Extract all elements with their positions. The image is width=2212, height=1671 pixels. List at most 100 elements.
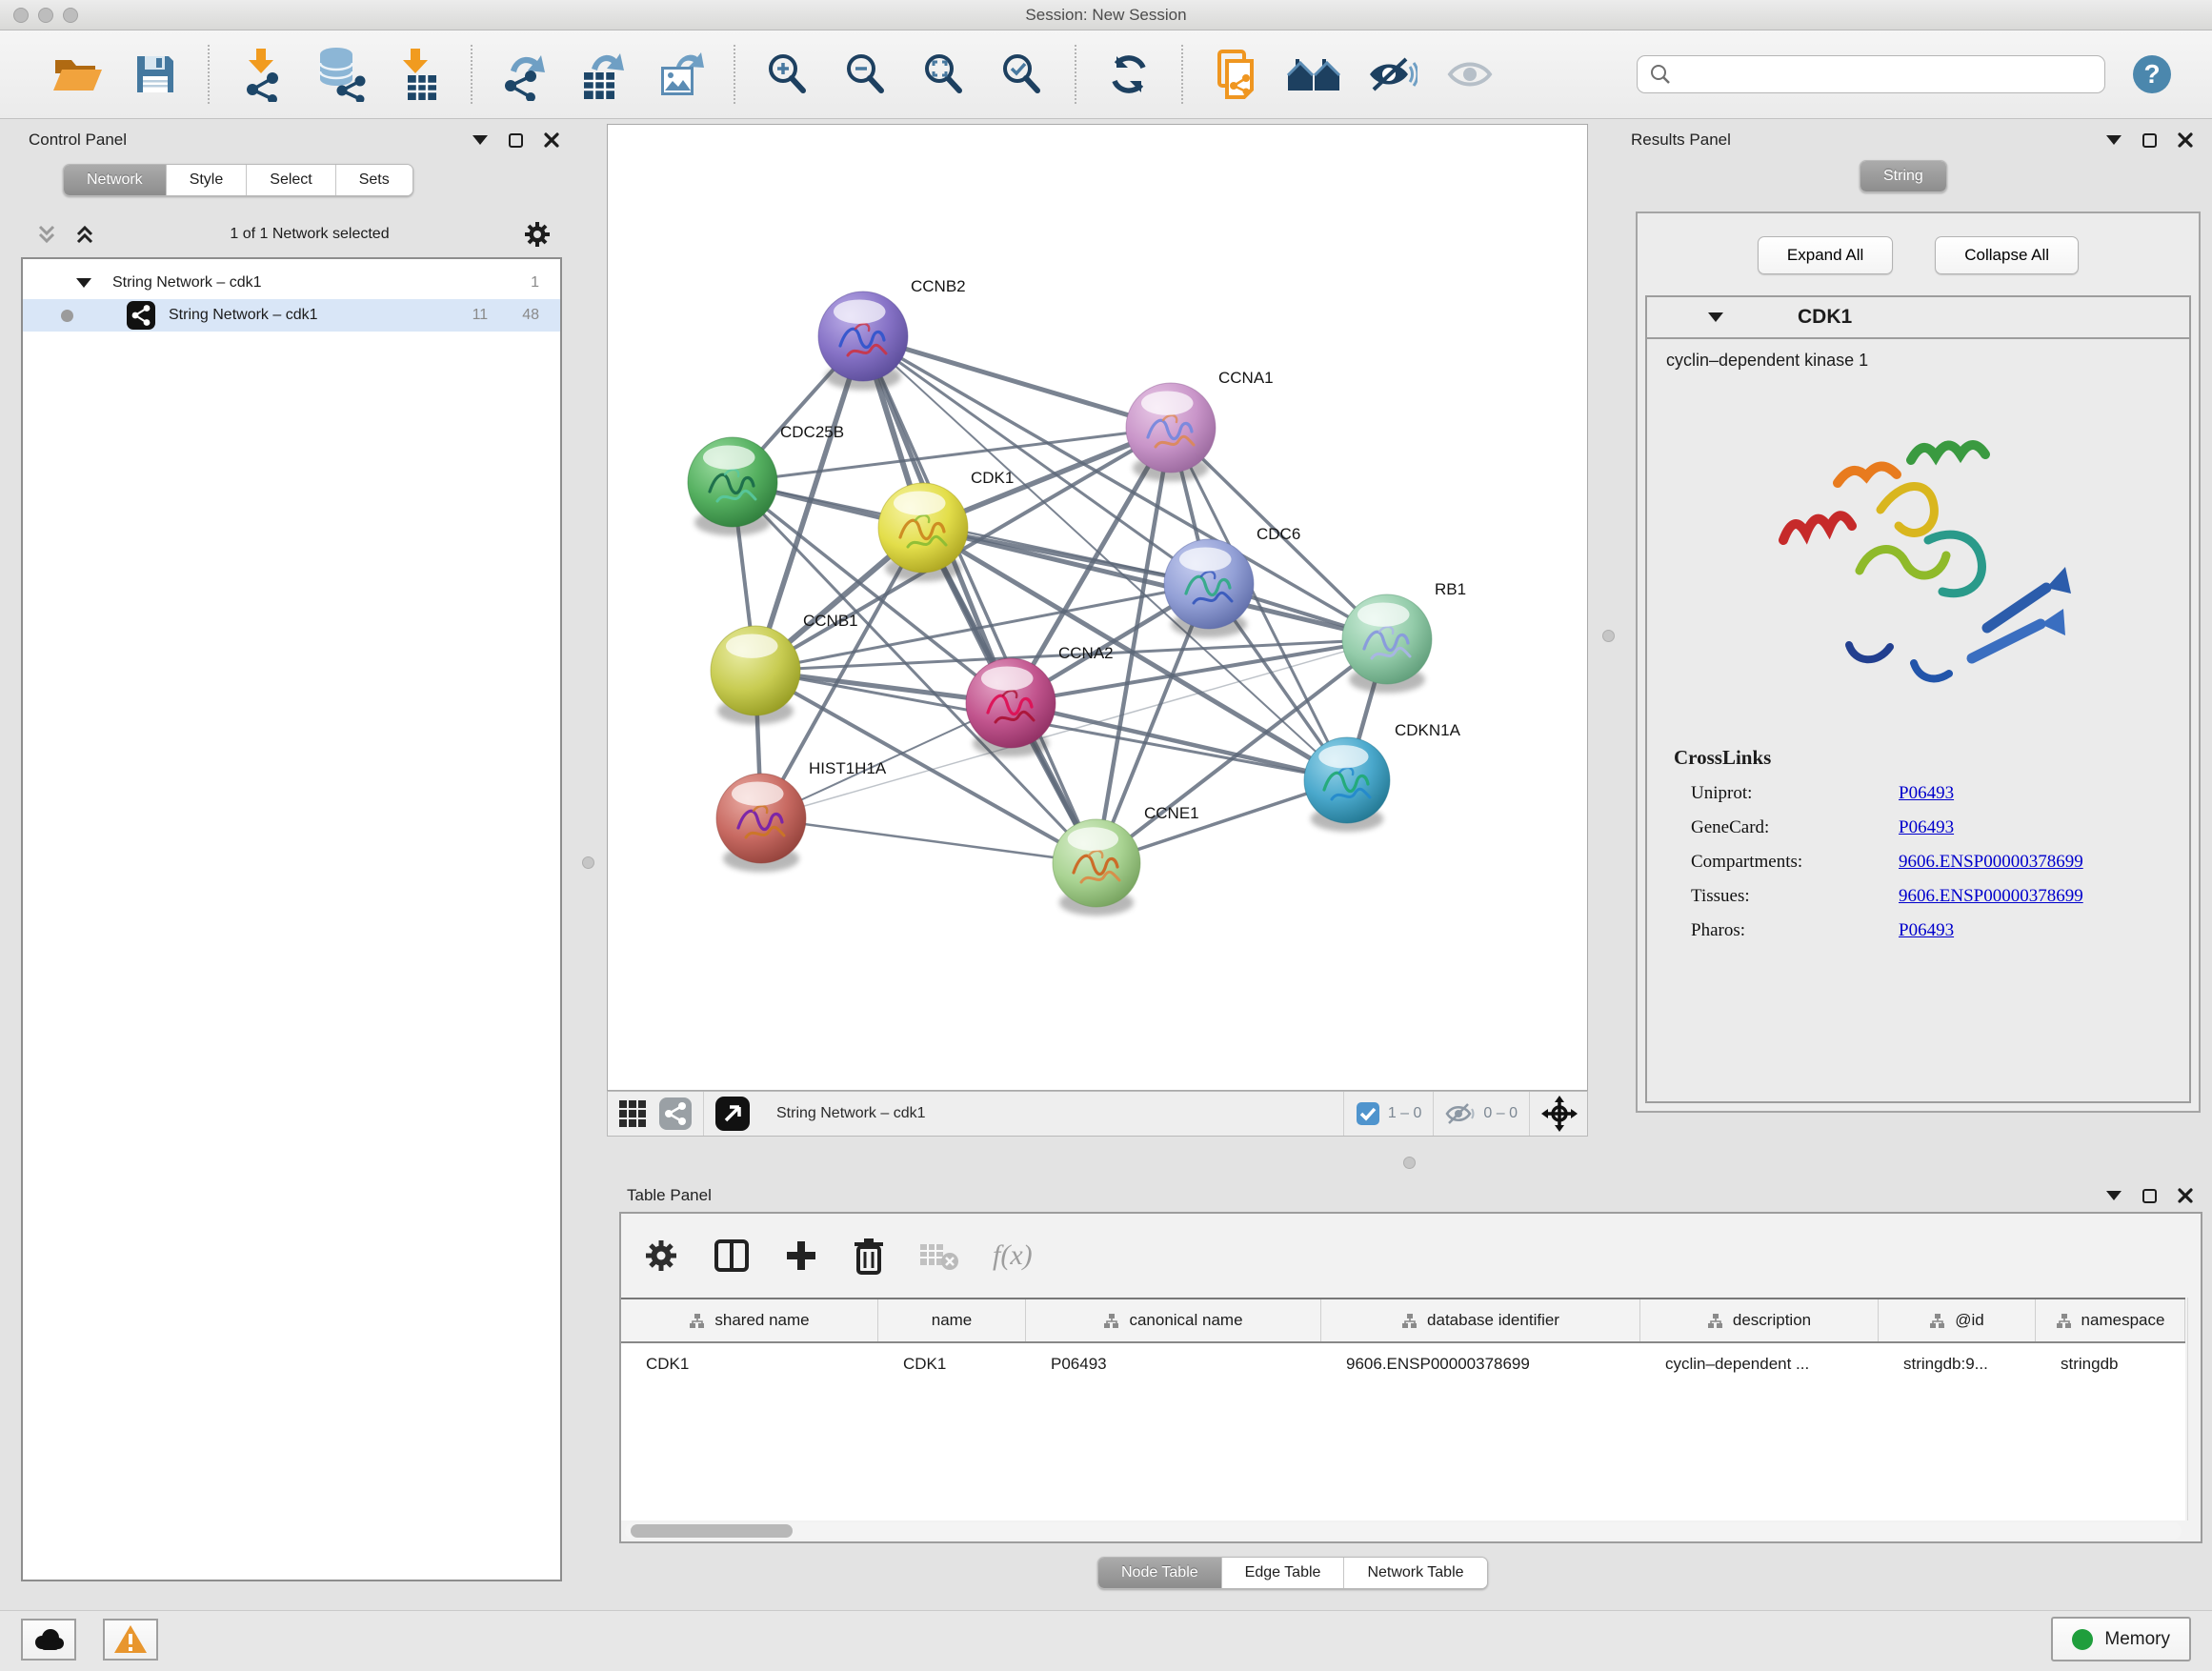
collection-expand-icon[interactable] [76, 277, 91, 289]
column-header[interactable]: database identifier [1321, 1299, 1640, 1341]
tab-network-table[interactable]: Network Table [1343, 1558, 1486, 1588]
table-cell[interactable]: 9606.ENSP00000378699 [1321, 1355, 1640, 1374]
show-all-button[interactable] [1285, 44, 1342, 105]
show-hidden-button[interactable] [1441, 44, 1498, 105]
crosslink-link[interactable]: P06493 [1899, 817, 1954, 838]
network-node-CDC25B[interactable]: CDC25B [688, 423, 844, 535]
control-panel-float-icon[interactable] [509, 133, 523, 148]
results-panel-collapse-icon[interactable] [2106, 135, 2122, 145]
crosslink-link[interactable]: 9606.ENSP00000378699 [1899, 852, 2083, 873]
zoom-fit-button[interactable] [915, 44, 973, 105]
delete-column-trash-icon[interactable] [852, 1236, 886, 1276]
export-table-button[interactable] [574, 44, 632, 105]
tab-network[interactable]: Network [64, 165, 166, 195]
results-panel-float-icon[interactable] [2142, 133, 2157, 148]
tab-edge-table[interactable]: Edge Table [1221, 1558, 1344, 1588]
birds-eye-view-icon[interactable] [715, 1097, 750, 1131]
create-column-plus-icon[interactable] [783, 1238, 819, 1274]
import-network-file-button[interactable] [233, 44, 291, 105]
table-cell[interactable]: CDK1 [621, 1355, 878, 1374]
gene-collapse-icon[interactable] [1708, 312, 1723, 322]
table-cell[interactable]: P06493 [1026, 1355, 1321, 1374]
network-node-CDK1[interactable]: CDK1 [878, 469, 1014, 581]
window-minimize-button[interactable] [38, 8, 53, 23]
right-splitter-handle[interactable] [1602, 630, 1615, 642]
table-panel-close-icon[interactable] [2178, 1188, 2193, 1203]
zoom-in-button[interactable] [759, 44, 816, 105]
network-node-HIST1H1A[interactable]: HIST1H1A [716, 759, 887, 872]
zoom-selected-button[interactable] [994, 44, 1051, 105]
table-row[interactable]: CDK1CDK1P064939606.ENSP00000378699cyclin… [621, 1343, 2185, 1385]
bottom-splitter-handle[interactable] [1403, 1157, 1416, 1169]
table-options-gear-icon[interactable] [642, 1237, 680, 1275]
network-collection-row[interactable]: String Network – cdk1 1 [23, 267, 560, 299]
network-view-share-icon[interactable] [659, 1097, 692, 1130]
pan-crosshair-icon[interactable] [1541, 1096, 1578, 1132]
tab-select[interactable]: Select [246, 165, 334, 195]
control-panel-close-icon[interactable] [544, 132, 559, 148]
open-session-button[interactable] [49, 44, 106, 105]
left-splitter-handle[interactable] [582, 856, 594, 869]
column-header[interactable]: @id [1879, 1299, 2036, 1341]
table-vertical-scrollbar[interactable] [2187, 1298, 2201, 1520]
control-panel-collapse-icon[interactable] [473, 135, 488, 145]
network-canvas[interactable]: CCNB2CCNA1CDC25BCDK1CDC6RB1CCNB1CCNA2CDK… [607, 124, 1588, 1091]
show-columns-icon[interactable] [713, 1237, 751, 1275]
window-close-button[interactable] [13, 8, 29, 23]
export-network-button[interactable] [496, 44, 553, 105]
column-header[interactable]: name [878, 1299, 1026, 1341]
apply-layout-button[interactable] [1100, 44, 1157, 105]
search-input[interactable] [1637, 55, 2105, 93]
crosslink-link[interactable]: 9606.ENSP00000378699 [1899, 886, 2083, 907]
warnings-button[interactable] [103, 1619, 158, 1661]
expand-all-icon[interactable] [72, 222, 97, 247]
column-header[interactable]: canonical name [1026, 1299, 1321, 1341]
network-edge[interactable] [863, 336, 1096, 863]
network-node-CCNB2[interactable]: CCNB2 [818, 277, 966, 390]
collapse-all-button[interactable]: Collapse All [1935, 236, 2079, 274]
column-header[interactable]: description [1640, 1299, 1879, 1341]
selected-checkbox-icon[interactable] [1356, 1101, 1380, 1126]
tab-node-table[interactable]: Node Table [1098, 1558, 1221, 1588]
network-edge[interactable] [761, 818, 1096, 863]
tab-string[interactable]: String [1860, 161, 1946, 191]
table-cell[interactable]: CDK1 [878, 1355, 1026, 1374]
grid-view-icon[interactable] [617, 1098, 648, 1129]
network-edge[interactable] [1011, 703, 1347, 780]
table-panel-float-icon[interactable] [2142, 1189, 2157, 1203]
column-header[interactable]: namespace [2036, 1299, 2185, 1341]
help-button[interactable]: ? [2130, 52, 2174, 96]
search-field[interactable] [1681, 66, 2093, 83]
export-image-button[interactable] [653, 44, 710, 105]
network-node-CDC6[interactable]: CDC6 [1164, 525, 1300, 637]
crosslink-link[interactable]: P06493 [1899, 920, 1954, 941]
zoom-out-button[interactable] [837, 44, 895, 105]
memory-button[interactable]: Memory [2051, 1617, 2191, 1661]
cloud-status-button[interactable] [21, 1619, 76, 1661]
table-cell[interactable]: stringdb:9... [1879, 1355, 2036, 1374]
clone-network-button[interactable] [1207, 44, 1264, 105]
hide-selected-button[interactable] [1363, 44, 1420, 105]
table-cell[interactable]: stringdb [2036, 1355, 2185, 1374]
network-node-CCNA1[interactable]: CCNA1 [1126, 369, 1274, 481]
save-session-button[interactable] [127, 44, 184, 105]
network-row-selected[interactable]: String Network – cdk1 11 48 [23, 299, 560, 332]
network-node-CDKN1A[interactable]: CDKN1A [1304, 721, 1461, 832]
tab-sets[interactable]: Sets [335, 165, 412, 195]
table-panel-collapse-icon[interactable] [2106, 1191, 2122, 1200]
import-table-file-button[interactable] [390, 44, 447, 105]
window-zoom-button[interactable] [63, 8, 78, 23]
results-panel-close-icon[interactable] [2178, 132, 2193, 148]
column-header[interactable]: shared name [621, 1299, 878, 1341]
table-horizontal-scrollbar[interactable] [625, 1522, 2182, 1540]
network-options-gear-icon[interactable] [522, 219, 553, 250]
network-node-RB1[interactable]: RB1 [1342, 580, 1466, 693]
tab-style[interactable]: Style [166, 165, 247, 195]
table-cell[interactable]: cyclin–dependent ... [1640, 1355, 1879, 1374]
import-network-database-button[interactable] [312, 44, 369, 105]
crosslink-link[interactable]: P06493 [1899, 783, 1954, 804]
function-builder-button[interactable]: f(x) [993, 1239, 1033, 1272]
delete-table-icon[interactable] [918, 1238, 960, 1273]
collapse-all-icon[interactable] [34, 222, 59, 247]
network-edge[interactable] [863, 336, 1171, 428]
